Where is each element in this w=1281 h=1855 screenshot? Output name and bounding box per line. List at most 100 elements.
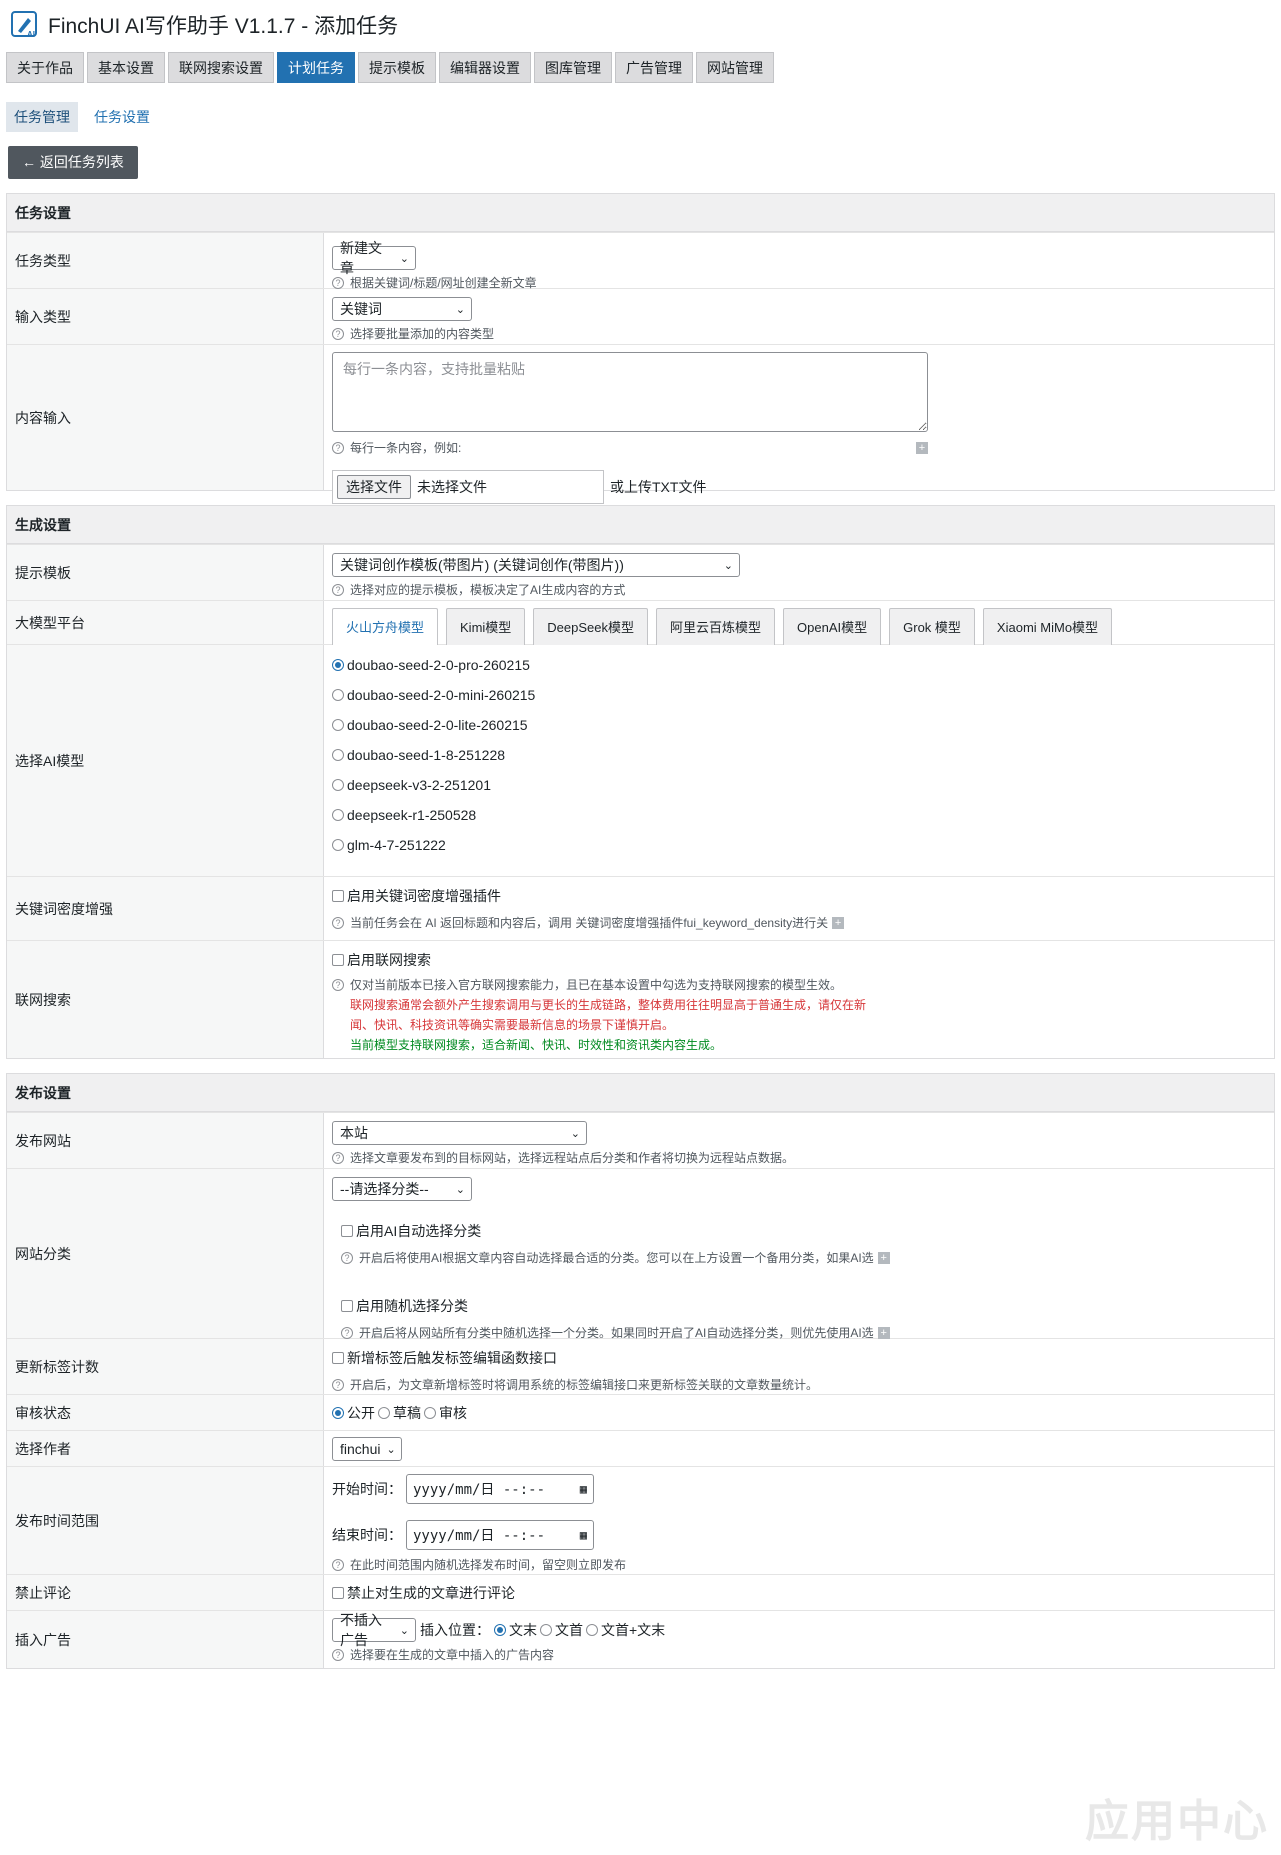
row-model: 选择AI模型 doubao-seed-2-0-pro-260215 doubao… [7, 644, 1274, 876]
tag-count-checkbox[interactable] [332, 1352, 344, 1364]
ad-position-start[interactable]: 文首 [555, 1620, 583, 1640]
content-textarea[interactable] [332, 352, 928, 432]
row-review: 审核状态 公开 草稿 审核 [7, 1394, 1274, 1430]
field-label: 提示模板 [7, 545, 324, 600]
web-search-checkbox-line[interactable]: 启用联网搜索 [332, 950, 1266, 970]
tab-about[interactable]: 关于作品 [6, 52, 84, 83]
task-settings-section: 任务设置 任务类型 新建文章 ⌄ ? 根据关键词/标题/网址创建全新文章 输入类型 … [6, 193, 1275, 504]
back-to-list-button[interactable]: ← 返回任务列表 [8, 146, 138, 179]
tab-basic-settings[interactable]: 基本设置 [87, 52, 165, 83]
author-select[interactable]: finchui ⌄ [332, 1437, 402, 1461]
radio[interactable] [332, 749, 344, 761]
tab-ads[interactable]: 广告管理 [615, 52, 693, 83]
platform-tabs: 火山方舟模型 Kimi模型 DeepSeek模型 阿里云百炼模型 OpenAI模… [332, 601, 1266, 645]
radio[interactable] [332, 689, 344, 701]
end-time-input[interactable]: yyyy/mm/日 --:-- ▦ [406, 1520, 594, 1550]
expand-icon[interactable]: + [877, 1326, 890, 1339]
subtab-task-management[interactable]: 任务管理 [6, 102, 78, 132]
help-text: 选择要在生成的文章中插入的广告内容 [350, 1648, 555, 1662]
section-title: 生成设置 [7, 506, 1274, 544]
model-option[interactable]: doubao-seed-2-0-pro-260215 [332, 650, 1266, 680]
radio[interactable] [540, 1624, 552, 1636]
platform-tab-kimi[interactable]: Kimi模型 [446, 608, 526, 645]
radio-selected[interactable] [332, 659, 344, 671]
help-text: 开启后将使用AI根据文章内容自动选择最合适的分类。您可以在上方设置一个备用分类，… [359, 1251, 874, 1265]
model-option[interactable]: glm-4-7-251222 [332, 830, 1266, 860]
disable-comments-checkbox[interactable] [332, 1586, 344, 1599]
density-checkbox[interactable] [332, 890, 344, 902]
platform-tab-volcengine[interactable]: 火山方舟模型 [332, 608, 439, 645]
ad-position-both[interactable]: 文首+文末 [601, 1620, 665, 1640]
model-option[interactable]: deepseek-v3-2-251201 [332, 770, 1266, 800]
review-option-public[interactable]: 公开 [347, 1403, 375, 1423]
platform-tab-xiaomi[interactable]: Xiaomi MiMo模型 [982, 608, 1113, 645]
section-title: 发布设置 [7, 1074, 1274, 1112]
field-label: 联网搜索 [7, 941, 324, 1058]
model-option[interactable]: deepseek-r1-250528 [332, 800, 1266, 830]
ai-category-checkbox-line[interactable]: 启用AI自动选择分类 [341, 1221, 1266, 1241]
model-option[interactable]: doubao-seed-2-0-lite-260215 [332, 710, 1266, 740]
density-checkbox-line[interactable]: 启用关键词密度增强插件 [332, 886, 1266, 906]
random-category-checkbox-line[interactable]: 启用随机选择分类 [341, 1296, 1266, 1316]
help-icon: ? [332, 1151, 344, 1164]
input-type-select[interactable]: 关键词 ⌄ [332, 297, 472, 321]
field-label: 内容输入 [7, 345, 324, 490]
disable-comments-checkbox-line[interactable]: 禁止对生成的文章进行评论 [332, 1583, 515, 1603]
field-label: 更新标签计数 [7, 1339, 324, 1394]
web-search-checkbox[interactable] [332, 954, 344, 966]
radio[interactable] [332, 809, 344, 821]
tab-prompt-templates[interactable]: 提示模板 [358, 52, 436, 83]
help-icon: ? [332, 327, 344, 340]
logo-icon: AI [10, 10, 40, 40]
choose-file-button[interactable]: 选择文件 [337, 475, 411, 499]
expand-icon[interactable]: + [832, 916, 845, 929]
tab-sites[interactable]: 网站管理 [696, 52, 774, 83]
category-select[interactable]: --请选择分类-- ⌄ [332, 1177, 472, 1201]
field-label: 大模型平台 [7, 601, 324, 644]
row-template: 提示模板 关键词创作模板(带图片) (关键词创作(带图片)) ⌄ ? 选择对应的提示… [7, 544, 1274, 600]
random-category-checkbox[interactable] [341, 1300, 353, 1312]
help-text: 选择对应的提示模板，模板决定了AI生成内容的方式 [350, 583, 626, 597]
radio[interactable] [332, 719, 344, 731]
platform-tab-grok[interactable]: Grok 模型 [889, 608, 975, 645]
radio[interactable] [332, 839, 344, 851]
chevron-down-icon: ⌄ [399, 1624, 409, 1637]
help-icon: ? [341, 1326, 353, 1339]
help-icon: ? [332, 978, 344, 991]
help-icon: ? [332, 1648, 344, 1661]
ai-category-checkbox[interactable] [341, 1225, 353, 1237]
task-type-select[interactable]: 新建文章 ⌄ [332, 240, 416, 276]
tab-web-search-settings[interactable]: 联网搜索设置 [168, 52, 274, 83]
platform-tab-openai[interactable]: OpenAI模型 [783, 608, 882, 645]
review-option-pending[interactable]: 审核 [439, 1403, 467, 1423]
radio-selected[interactable] [494, 1624, 506, 1636]
radio-selected[interactable] [332, 1406, 344, 1419]
radio[interactable] [424, 1406, 436, 1419]
platform-tab-aliyun[interactable]: 阿里云百炼模型 [656, 608, 776, 645]
model-option[interactable]: doubao-seed-2-0-mini-260215 [332, 680, 1266, 710]
file-input[interactable]: 选择文件 未选择文件 [332, 470, 604, 504]
radio[interactable] [332, 779, 344, 791]
template-select[interactable]: 关键词创作模板(带图片) (关键词创作(带图片)) ⌄ [332, 553, 740, 577]
tab-editor-settings[interactable]: 编辑器设置 [439, 52, 531, 83]
field-label: 关键词密度增强 [7, 877, 324, 940]
tab-scheduled-tasks[interactable]: 计划任务 [277, 52, 355, 83]
tag-count-checkbox-line[interactable]: 新增标签后触发标签编辑函数接口 [332, 1348, 1266, 1368]
row-ads: 插入广告 不插入广告 ⌄ 插入位置： 文末 文首 文首+文末 ? 选择要在生成的文章… [7, 1610, 1274, 1668]
platform-tab-deepseek[interactable]: DeepSeek模型 [533, 608, 649, 645]
subtab-task-settings[interactable]: 任务设置 [86, 102, 158, 132]
expand-icon[interactable]: + [877, 1251, 890, 1264]
radio[interactable] [378, 1406, 390, 1419]
sub-tabs: 任务管理 任务设置 [6, 102, 1275, 132]
ad-select[interactable]: 不插入广告 ⌄ [332, 1612, 416, 1648]
tab-gallery[interactable]: 图库管理 [534, 52, 612, 83]
model-option[interactable]: doubao-seed-1-8-251228 [332, 740, 1266, 770]
expand-icon[interactable]: + [916, 441, 928, 454]
review-option-draft[interactable]: 草稿 [393, 1403, 421, 1423]
field-label: 选择作者 [7, 1431, 324, 1466]
site-select[interactable]: 本站 ⌄ [332, 1121, 587, 1145]
start-time-input[interactable]: yyyy/mm/日 --:-- ▦ [406, 1474, 594, 1504]
ad-position-end[interactable]: 文末 [509, 1620, 537, 1640]
radio[interactable] [586, 1624, 598, 1636]
field-label: 审核状态 [7, 1395, 324, 1430]
